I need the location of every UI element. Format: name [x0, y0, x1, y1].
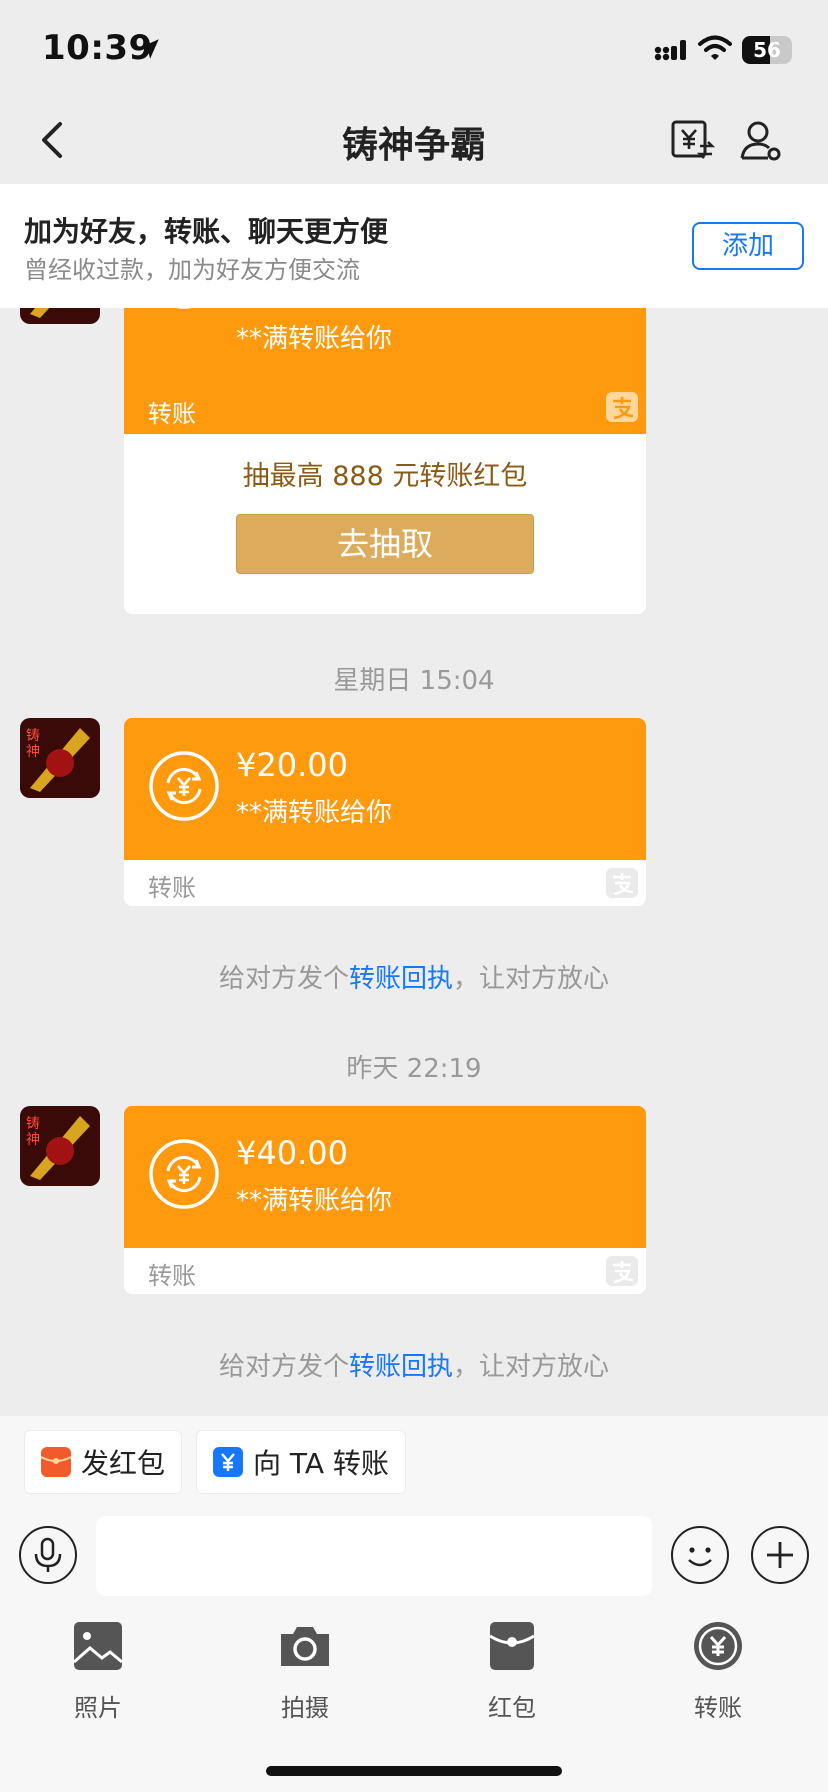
receipt-tip: 给对方发个转账回执，让对方放心 [0, 1346, 828, 1383]
more-options-button[interactable] [751, 1526, 809, 1584]
svg-text:神: 神 [26, 1132, 40, 1148]
transfer-description: **满转账给你 [236, 798, 393, 828]
receipt-tip-text: 给对方发个 [218, 1352, 349, 1382]
add-friend-button[interactable]: 添加 [692, 222, 804, 270]
red-packet-icon [489, 1622, 535, 1670]
avatar[interactable]: 铸神 [20, 718, 100, 798]
smiley-face-icon [688, 1547, 712, 1567]
transfer-type-label: 转账 [148, 874, 196, 902]
alipay-icon [606, 392, 638, 422]
message-timestamp: 昨天 22:19 [346, 1054, 482, 1084]
yuan-transfer-icon [213, 1447, 243, 1477]
message-timestamp: 星期日 15:04 [333, 666, 495, 696]
tool-panel: 照片 拍摄 红包 转账 [0, 1612, 828, 1792]
message-input-row [0, 1512, 828, 1612]
transfer-message-card[interactable]: ¥40.00 **满转账给你 转账 [124, 1106, 646, 1294]
transfer-to-them-label: 向 TA 转账 [253, 1447, 389, 1480]
svg-text:铸: 铸 [26, 728, 40, 744]
banner-title: 加为好友，转账、聊天更方便 [24, 215, 389, 248]
transfer-message-card[interactable]: ¥20.00 **满转账给你 转账 [124, 718, 646, 906]
transfer-type-label: 转账 [148, 400, 196, 428]
camera-icon [281, 1627, 329, 1666]
send-red-packet-chip[interactable]: 发红包 [24, 1430, 183, 1494]
message-text-input[interactable] [96, 1516, 652, 1596]
quick-action-bar: 发红包 向 TA 转账 [0, 1416, 828, 1512]
transfer-receipt-link[interactable]: 转账回执 [349, 1352, 453, 1382]
transfer-to-them-chip[interactable]: 向 TA 转账 [196, 1430, 406, 1494]
avatar[interactable]: 铸神 [20, 1106, 100, 1186]
tool-camera-label: 拍摄 [281, 1694, 329, 1722]
transfer-receipt-link[interactable]: 转账回执 [349, 964, 453, 994]
transfer-type-label: 转账 [148, 1262, 196, 1290]
cellular-signal-icon [654, 40, 686, 61]
photo-icon [73, 1622, 123, 1670]
red-packet-icon [40, 1447, 72, 1477]
microphone-icon [34, 1537, 62, 1572]
wifi-icon [698, 35, 732, 60]
transfer-amount: ¥40.00 [236, 1134, 348, 1172]
plus-icon [767, 1542, 793, 1568]
receipt-tip-text: ，让对方放心 [453, 964, 610, 994]
tool-photo[interactable]: 照片 [38, 1620, 158, 1723]
alipay-icon [606, 1256, 638, 1286]
transfer-coin-icon [149, 1139, 219, 1209]
tool-red-packet[interactable]: 红包 [452, 1620, 572, 1723]
alipay-icon [606, 868, 638, 898]
promo-text: 抽最高 888 元转账红包 [242, 461, 528, 492]
tool-camera[interactable]: 拍摄 [245, 1620, 365, 1723]
transfer-amount: ¥20.00 [236, 746, 348, 784]
location-arrow-icon [139, 39, 159, 59]
receipt-tip-text: ，让对方放心 [453, 1352, 610, 1382]
receipt-tip-text: 给对方发个 [218, 964, 349, 994]
tool-photo-label: 照片 [74, 1694, 122, 1722]
battery-indicator: 56 [742, 36, 792, 64]
transfer-icon [694, 1622, 742, 1670]
nav-bar: 铸神争霸 [0, 100, 828, 184]
tool-transfer-label: 转账 [694, 1694, 742, 1722]
banner-subtitle: 曾经收过款，加为好友方便交流 [24, 256, 360, 284]
tool-transfer[interactable]: 转账 [658, 1620, 778, 1723]
transfer-description: **满转账给你 [236, 324, 393, 354]
transfer-coin-icon [149, 751, 219, 821]
status-bar: 10:39 56 [0, 0, 828, 100]
emoji-button[interactable] [671, 1526, 729, 1584]
draw-button[interactable]: 去抽取 [236, 514, 534, 574]
svg-text:神: 神 [26, 744, 40, 760]
tool-red-packet-label: 红包 [488, 1694, 536, 1722]
voice-input-button[interactable] [19, 1526, 77, 1584]
battery-level-text: 56 [753, 38, 781, 62]
svg-text:铸: 铸 [26, 1116, 40, 1132]
transfer-description: **满转账给你 [236, 1186, 393, 1216]
transfer-yuan-icon[interactable] [668, 116, 716, 164]
user-profile-icon[interactable] [736, 116, 784, 164]
receipt-tip: 给对方发个转账回执，让对方放心 [0, 958, 828, 995]
send-red-packet-label: 发红包 [81, 1447, 166, 1480]
home-indicator[interactable] [266, 1766, 562, 1776]
add-friend-banner: 加为好友，转账、聊天更方便 曾经收过款，加为好友方便交流 添加 [0, 184, 828, 308]
